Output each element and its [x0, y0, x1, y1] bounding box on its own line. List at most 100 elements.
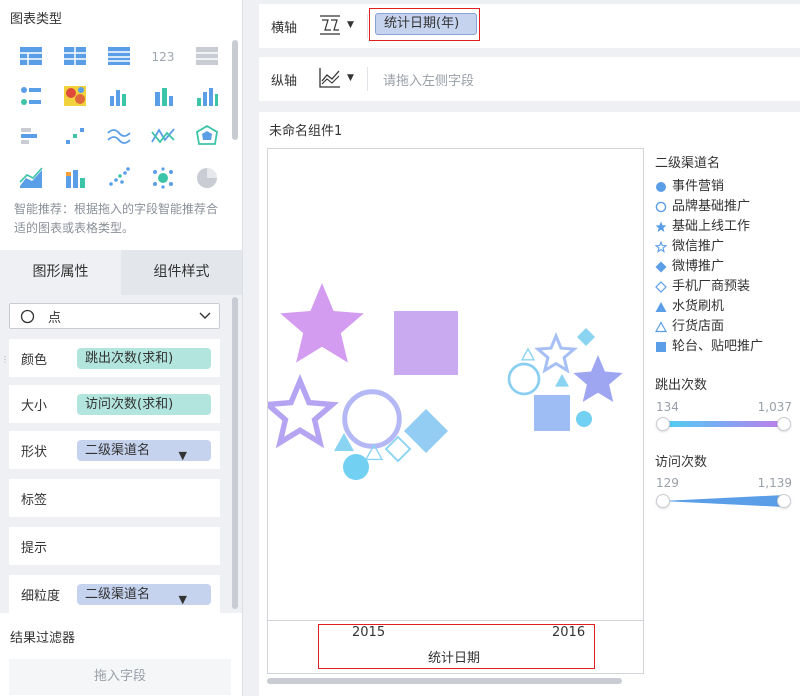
shape-legend: 二级渠道名 事件营销 品牌基础推广 基础上线工作 微信推广 微博推广 手机厂商预…: [655, 152, 800, 357]
color-field-pill[interactable]: 跳出次数(求和): [77, 348, 211, 369]
y-axis-shelf: 纵轴 ▼ 请拖入左侧字段: [259, 57, 800, 101]
legend-label: 行货店面: [672, 319, 725, 334]
legend-label: 水货刷机: [672, 299, 725, 314]
caret-down-icon[interactable]: ▼: [347, 73, 354, 83]
legend-item[interactable]: 微信推广: [655, 237, 800, 257]
filled-square-icon: [656, 342, 666, 352]
filter-icon[interactable]: ▼: [179, 589, 187, 610]
hollow-diamond-icon: [655, 281, 667, 293]
legend-item[interactable]: 轮台、贴吧推广: [655, 337, 800, 357]
size-range-min-handle[interactable]: [656, 494, 670, 508]
plot-area: [260, 148, 644, 620]
hollow-triangle-icon: [655, 321, 667, 333]
horizontal-scrollbar[interactable]: [267, 678, 622, 684]
shape-field-pill[interactable]: 二级渠道名 ▼: [77, 440, 211, 462]
attr-row-granularity[interactable]: 细粒度 二级渠道名 ▼: [9, 575, 220, 613]
granularity-field-pill[interactable]: 二级渠道名 ▼: [77, 584, 211, 606]
mark-type-select[interactable]: 点: [9, 303, 220, 329]
step-chart-icon[interactable]: [62, 124, 88, 148]
size-range-values: 129 1,139: [656, 476, 792, 490]
scatter-point-hollow-triangle[interactable]: [520, 347, 536, 361]
scatter-point-filled-square[interactable]: [534, 395, 570, 431]
grouped-table-icon[interactable]: [62, 44, 88, 68]
stacked-bar-icon[interactable]: [62, 166, 88, 190]
size-range-min: 129: [656, 476, 679, 490]
heatmap-icon[interactable]: [62, 84, 88, 108]
scatter-point-filled-circle[interactable]: [576, 411, 592, 427]
size-range-max-handle[interactable]: [777, 494, 791, 508]
legend-item[interactable]: 微博推广: [655, 257, 800, 277]
radar-chart-icon[interactable]: [194, 124, 220, 148]
y-axis-dropzone[interactable]: 请拖入左侧字段: [383, 70, 474, 89]
scatter-point-hollow-star[interactable]: [260, 373, 340, 449]
color-range-min-handle[interactable]: [656, 417, 670, 431]
area-chart-icon[interactable]: [18, 166, 44, 190]
scatter-point-filled-square[interactable]: [394, 311, 458, 375]
attributes-scrollbar[interactable]: [232, 297, 238, 609]
attr-row-color[interactable]: 颜色 跳出次数(求和): [9, 339, 220, 377]
tab-component-style[interactable]: 组件样式: [121, 250, 242, 295]
pie-chart-icon[interactable]: [194, 166, 220, 190]
scatter-point-filled-star[interactable]: [280, 283, 364, 363]
kpi-number-icon[interactable]: 123: [150, 44, 176, 68]
multi-bar-icon[interactable]: [106, 84, 132, 108]
size-range-max: 1,139: [757, 476, 792, 490]
scatter-point-hollow-circle[interactable]: [507, 362, 541, 396]
list-dots-icon[interactable]: [18, 84, 44, 108]
axis-type-icon[interactable]: [317, 12, 343, 38]
wave-line-icon[interactable]: [106, 124, 132, 148]
scatter-point-filled-star[interactable]: [573, 355, 623, 402]
chart-types-scrollbar[interactable]: [232, 40, 238, 140]
result-filter-panel: 结果过滤器 拖入字段: [0, 613, 242, 696]
legend-item[interactable]: 基础上线工作: [655, 217, 800, 237]
y-axis-label: 纵轴: [271, 74, 298, 89]
filled-diamond-icon: [655, 261, 667, 273]
scatter-plot-svg: [260, 283, 623, 480]
attr-row-tooltip[interactable]: 提示: [9, 527, 220, 565]
color-range-max-handle[interactable]: [777, 417, 791, 431]
tab-graphic-properties[interactable]: 图形属性: [0, 250, 121, 295]
legend-item[interactable]: 手机厂商预装: [655, 277, 800, 297]
attr-row-label[interactable]: 标签: [9, 479, 220, 517]
attr-label-tooltip: 提示: [21, 541, 48, 556]
attr-row-size[interactable]: 大小 访问次数(求和): [9, 385, 220, 423]
scatter-point-filled-diamond[interactable]: [404, 409, 448, 453]
size-field-pill[interactable]: 访问次数(求和): [77, 394, 211, 415]
scatter-chart-icon[interactable]: [106, 166, 132, 190]
axis-type-icon[interactable]: [317, 65, 343, 91]
attr-label-color: 颜色: [21, 353, 48, 368]
detail-table-icon[interactable]: [194, 44, 220, 68]
filled-circle-icon: [656, 182, 666, 192]
legend-item[interactable]: 水货刷机: [655, 297, 800, 317]
filter-icon[interactable]: ▼: [179, 445, 187, 466]
svg-text:123: 123: [152, 50, 175, 64]
scatter-point-filled-diamond[interactable]: [577, 328, 595, 346]
line-chart-icon[interactable]: [150, 124, 176, 148]
legend-item[interactable]: 事件营销: [655, 177, 800, 197]
table-icon[interactable]: [18, 44, 44, 68]
legend-item[interactable]: 行货店面: [655, 317, 800, 337]
caret-down-icon[interactable]: ▼: [347, 20, 354, 30]
bubble-chart-icon[interactable]: [150, 166, 176, 190]
result-filter-title: 结果过滤器: [10, 631, 76, 646]
gantt-icon[interactable]: [18, 124, 44, 148]
component-title[interactable]: 未命名组件1: [269, 120, 342, 139]
legend-item[interactable]: 品牌基础推广: [655, 197, 800, 217]
size-range-wedge: [662, 495, 784, 507]
color-range-title: 跳出次数: [655, 378, 708, 393]
resize-handle[interactable]: ⋮: [1, 356, 9, 372]
bar-chart-icon[interactable]: [150, 84, 176, 108]
scatter-point-hollow-star[interactable]: [534, 332, 578, 374]
left-panel: 图表类型 123 智能推荐：根据拖入的字段智能推荐合适的图表或表格类型。 图形属…: [0, 0, 243, 696]
chevron-down-icon: [199, 312, 211, 319]
scatter-point-hollow-circle[interactable]: [342, 389, 402, 449]
color-range-gradient: [662, 421, 784, 427]
column-chart-icon[interactable]: [194, 84, 220, 108]
scatter-point-filled-circle[interactable]: [343, 454, 369, 480]
cross-table-icon[interactable]: [106, 44, 132, 68]
x-axis-label: 横轴: [271, 21, 298, 36]
attr-row-shape[interactable]: 形状 二级渠道名 ▼: [9, 431, 220, 469]
graphic-attributes-panel: 点 颜色 跳出次数(求和) 大小 访问次数(求和) 形状 二级渠道名 ▼ 标签 提…: [0, 295, 242, 613]
scatter-point-filled-triangle[interactable]: [555, 374, 569, 387]
filter-dropzone[interactable]: 拖入字段: [9, 659, 231, 695]
